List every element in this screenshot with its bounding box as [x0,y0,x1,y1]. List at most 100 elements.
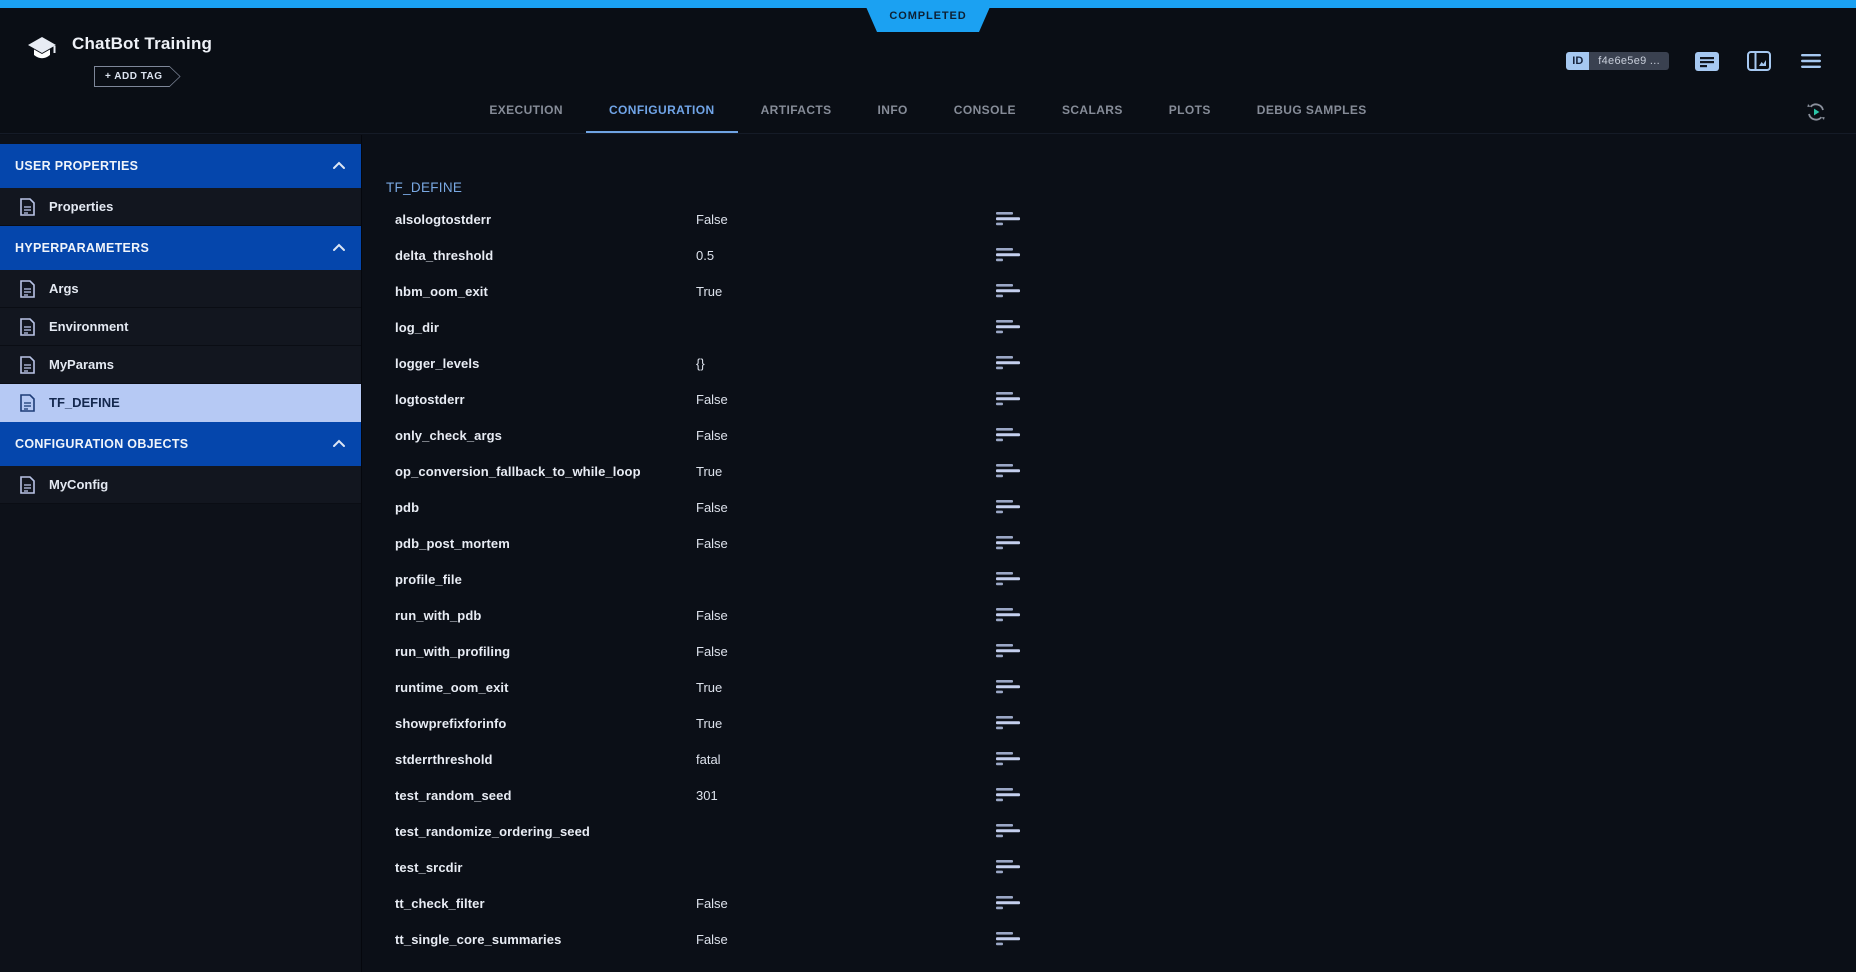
param-description-icon[interactable] [996,536,1022,550]
param-row: pdbFalse [386,489,1856,525]
param-value: False [696,428,996,443]
param-description-icon[interactable] [996,680,1022,694]
param-description-icon[interactable] [996,248,1022,262]
param-row: logtostderrFalse [386,381,1856,417]
param-row: profile_file [386,561,1856,597]
param-name: logger_levels [395,356,696,371]
sidebar-item-properties[interactable]: Properties [0,188,361,226]
param-description-icon[interactable] [996,896,1022,910]
param-row: alsologtostderrFalse [386,201,1856,237]
param-value: True [696,716,996,731]
param-description-icon[interactable] [996,428,1022,442]
tab-configuration[interactable]: CONFIGURATION [586,89,738,133]
document-icon [20,318,35,336]
param-name: tt_check_filter [395,896,696,911]
sidebar-item-label: TF_DEFINE [49,395,120,410]
chevron-up-icon[interactable] [332,241,346,255]
param-name: op_conversion_fallback_to_while_loop [395,464,696,479]
tab-console[interactable]: CONSOLE [931,89,1039,133]
param-value: True [696,284,996,299]
param-description-icon[interactable] [996,716,1022,730]
tab-scalars[interactable]: SCALARS [1039,89,1146,133]
param-name: pdb [395,500,696,515]
param-row: pdb_post_mortemFalse [386,525,1856,561]
param-value: 0.5 [696,248,996,263]
sidebar-section-configuration-objects[interactable]: CONFIGURATION OBJECTS [0,422,361,466]
tab-info[interactable]: INFO [855,89,931,133]
sidebar-item-label: Properties [49,199,113,214]
param-description-icon[interactable] [996,824,1022,838]
sidebar-section-user-properties[interactable]: USER PROPERTIES [0,144,361,188]
sidebar-item-args[interactable]: Args [0,270,361,308]
panels-icon[interactable] [1747,50,1771,72]
param-name: test_srcdir [395,860,696,875]
brand: ChatBot Training + ADD TAG [27,34,212,87]
param-description-icon[interactable] [996,788,1022,802]
chevron-up-icon[interactable] [332,159,346,173]
param-row: hbm_oom_exitTrue [386,273,1856,309]
sidebar-item-myparams[interactable]: MyParams [0,346,361,384]
param-description-icon[interactable] [996,464,1022,478]
main: USER PROPERTIES Properties HYPERPARAMETE… [0,135,1856,972]
param-row: test_random_seed301 [386,777,1856,813]
header-actions: ID f4e6e5e9 ... [1566,50,1823,72]
param-value: False [696,392,996,407]
menu-icon[interactable] [1799,50,1823,72]
section-label: USER PROPERTIES [15,159,138,173]
tab-bar: EXECUTION CONFIGURATION ARTIFACTS INFO C… [0,89,1856,133]
add-tag-button[interactable]: + ADD TAG [94,66,181,87]
experiment-cap-icon [27,36,57,64]
param-description-icon[interactable] [996,860,1022,874]
param-description-icon[interactable] [996,356,1022,370]
param-description-icon[interactable] [996,320,1022,334]
param-description-icon[interactable] [996,752,1022,766]
param-name: logtostderr [395,392,696,407]
param-row: stderrthresholdfatal [386,741,1856,777]
tab-debug-samples[interactable]: DEBUG SAMPLES [1234,89,1390,133]
comment-icon[interactable] [1695,50,1719,72]
param-value: fatal [696,752,996,767]
sidebar-item-myconfig[interactable]: MyConfig [0,466,361,504]
param-description-icon[interactable] [996,608,1022,622]
param-value: 301 [696,788,996,803]
param-row: run_with_pdbFalse [386,597,1856,633]
param-name: run_with_profiling [395,644,696,659]
param-description-icon[interactable] [996,500,1022,514]
param-value: False [696,932,996,947]
sidebar-section-hyperparameters[interactable]: HYPERPARAMETERS [0,226,361,270]
param-description-icon[interactable] [996,572,1022,586]
document-icon [20,280,35,298]
sidebar-item-tf-define[interactable]: TF_DEFINE [0,384,361,422]
param-row: logger_levels{} [386,345,1856,381]
param-value: False [696,608,996,623]
title-block: ChatBot Training + ADD TAG [72,34,212,87]
param-name: log_dir [395,320,696,335]
param-name: tt_single_core_summaries [395,932,696,947]
param-value: False [696,644,996,659]
param-description-icon[interactable] [996,932,1022,946]
param-value: True [696,464,996,479]
param-name: test_random_seed [395,788,696,803]
param-name: showprefixforinfo [395,716,696,731]
param-name: delta_threshold [395,248,696,263]
chevron-up-icon[interactable] [332,437,346,451]
auto-refresh-icon[interactable] [1804,100,1828,124]
section-title: TF_DEFINE [386,180,1856,195]
param-description-icon[interactable] [996,212,1022,226]
param-name: stderrthreshold [395,752,696,767]
param-value: {} [696,356,996,371]
param-row: log_dir [386,309,1856,345]
sidebar-item-label: Args [49,281,79,296]
param-value: False [696,500,996,515]
param-description-icon[interactable] [996,392,1022,406]
tab-plots[interactable]: PLOTS [1146,89,1234,133]
task-id-chip[interactable]: ID f4e6e5e9 ... [1566,52,1669,70]
tab-execution[interactable]: EXECUTION [466,89,586,133]
param-row: delta_threshold0.5 [386,237,1856,273]
sidebar-item-environment[interactable]: Environment [0,308,361,346]
param-description-icon[interactable] [996,284,1022,298]
tab-artifacts[interactable]: ARTIFACTS [738,89,855,133]
param-row: test_srcdir [386,849,1856,885]
param-description-icon[interactable] [996,644,1022,658]
param-row: op_conversion_fallback_to_while_loopTrue [386,453,1856,489]
